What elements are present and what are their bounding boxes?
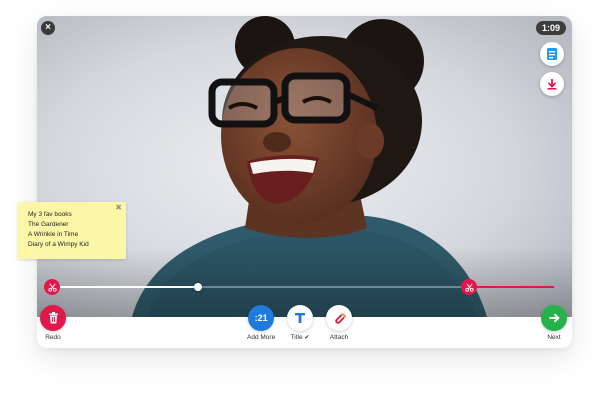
timeline-played (52, 286, 198, 288)
playhead-knob[interactable] (194, 283, 202, 291)
note-line: The Gardener (28, 221, 69, 228)
redo-label: Redo (45, 334, 61, 341)
attach-button[interactable] (326, 305, 352, 331)
document-button[interactable] (540, 42, 564, 66)
note-line: My 3 fav books (28, 211, 72, 218)
note-line: A Wrinkle in Time (28, 231, 79, 238)
title-label: Title ✔ (291, 334, 310, 341)
video-preview[interactable]: × 1:09 (37, 16, 572, 317)
bottom-toolbar: Redo :21 Add More Title ✔ Attach Next (37, 305, 572, 348)
title-tool[interactable]: Title ✔ (287, 305, 313, 341)
attach-tool[interactable]: Attach (326, 305, 352, 341)
timeline-trimmed-region (469, 286, 554, 288)
title-button[interactable] (287, 305, 313, 331)
recorder-screen: × 1:09 Redo:21 Add More Title ✔ Attach … (0, 0, 600, 400)
paperclip-icon (334, 313, 345, 324)
recording-timer: 1:09 (535, 21, 566, 35)
document-icon (547, 48, 557, 60)
trim-end-handle[interactable] (461, 279, 477, 295)
scissors-icon (464, 283, 474, 292)
add-more-label: Add More (247, 334, 276, 341)
download-icon (547, 79, 557, 90)
add-more-button[interactable]: :21 (248, 305, 275, 331)
redo-tool[interactable]: Redo (40, 305, 66, 341)
timeline-track[interactable] (44, 279, 554, 295)
redo-button[interactable] (40, 305, 66, 331)
video-editor-card: × 1:09 Redo:21 Add More Title ✔ Attach … (37, 16, 572, 348)
trash-icon (48, 312, 58, 324)
text-title-icon (295, 313, 305, 323)
note-close-icon[interactable]: ✖ (115, 204, 122, 212)
sticky-note[interactable]: ✖ My 3 fav books The Gardener A Wrinkle … (18, 202, 126, 259)
add-more-tool[interactable]: :21 Add More (247, 305, 275, 341)
next-tool[interactable]: Next (541, 305, 567, 341)
arrow-right-icon (549, 313, 560, 323)
scissors-icon (47, 283, 57, 292)
trim-start-handle[interactable] (44, 279, 60, 295)
next-label: Next (547, 334, 561, 341)
add-more-duration: :21 (254, 313, 268, 323)
download-button[interactable] (540, 72, 564, 96)
close-button[interactable]: × (41, 21, 55, 35)
attach-label: Attach (329, 334, 349, 341)
note-line: Diary of a Wimpy Kid (28, 241, 89, 248)
close-icon: × (45, 22, 51, 33)
title-label-text: Title (290, 334, 303, 341)
check-icon: ✔ (304, 335, 310, 341)
next-button[interactable] (541, 305, 567, 331)
